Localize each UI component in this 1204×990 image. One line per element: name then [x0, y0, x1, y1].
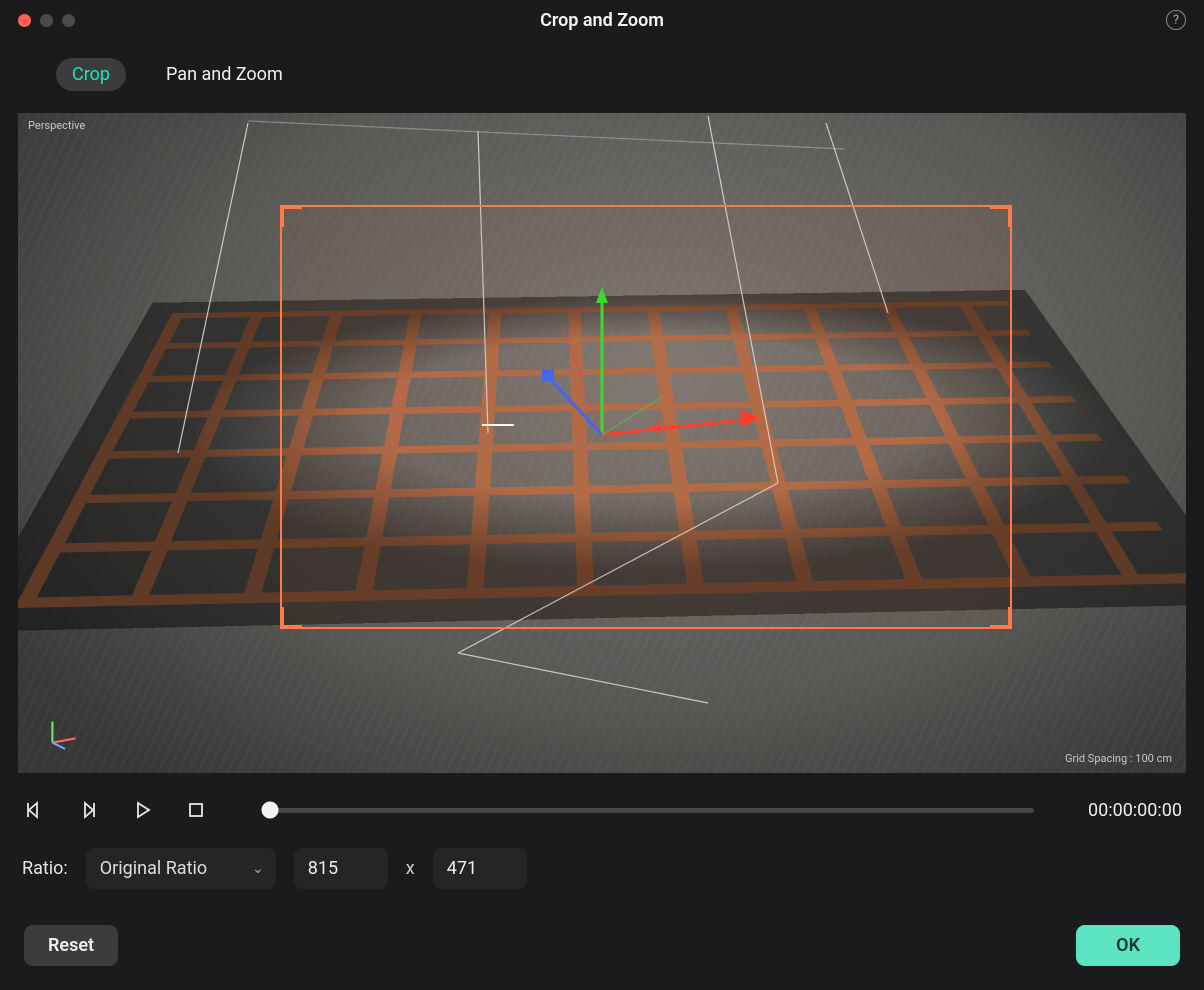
window-controls [0, 14, 75, 27]
timeline[interactable] [262, 799, 1034, 821]
stop-button[interactable] [184, 798, 208, 822]
next-frame-button[interactable] [76, 798, 100, 822]
window-minimize-button[interactable] [40, 14, 53, 27]
crop-height-input[interactable] [433, 848, 527, 889]
ok-button[interactable]: OK [1076, 925, 1180, 966]
mode-tabs: Crop Pan and Zoom [0, 40, 1204, 113]
play-button[interactable] [130, 798, 154, 822]
chevron-down-icon: ⌄ [252, 861, 264, 877]
reset-button[interactable]: Reset [24, 925, 118, 966]
help-icon: ? [1173, 13, 1179, 28]
help-button[interactable]: ? [1166, 10, 1186, 30]
dialog-footer: Reset OK [0, 897, 1204, 990]
timecode: 00:00:00:00 [1088, 800, 1182, 821]
timeline-playhead[interactable] [262, 802, 279, 819]
window-close-button[interactable] [18, 14, 31, 27]
timeline-track[interactable] [262, 808, 1034, 813]
title-bar: Crop and Zoom ? [0, 0, 1204, 40]
viewport-label-grid-spacing: Grid Spacing : 100 cm [1065, 752, 1172, 765]
prev-frame-button[interactable] [22, 798, 46, 822]
dimension-separator: x [406, 858, 415, 879]
crop-controls: Ratio: Original Ratio ⌄ x [0, 828, 1204, 897]
viewport-label-perspective: Perspective [28, 119, 85, 132]
window-title: Crop and Zoom [0, 10, 1204, 31]
transport-bar: 00:00:00:00 [0, 784, 1204, 828]
viewport-wireframe [18, 113, 1186, 773]
tab-crop[interactable]: Crop [56, 58, 126, 91]
tab-pan-and-zoom[interactable]: Pan and Zoom [150, 58, 299, 91]
ratio-label: Ratio: [22, 858, 68, 879]
crop-width-input[interactable] [294, 848, 388, 889]
window-zoom-button[interactable] [62, 14, 75, 27]
mini-axes-icon [44, 709, 86, 751]
preview-area: Perspective Grid Spacing : 100 cm [0, 113, 1204, 784]
ratio-select-value: Original Ratio [100, 858, 207, 879]
ratio-select[interactable]: Original Ratio ⌄ [86, 848, 276, 889]
video-preview[interactable]: Perspective Grid Spacing : 100 cm [18, 113, 1186, 773]
